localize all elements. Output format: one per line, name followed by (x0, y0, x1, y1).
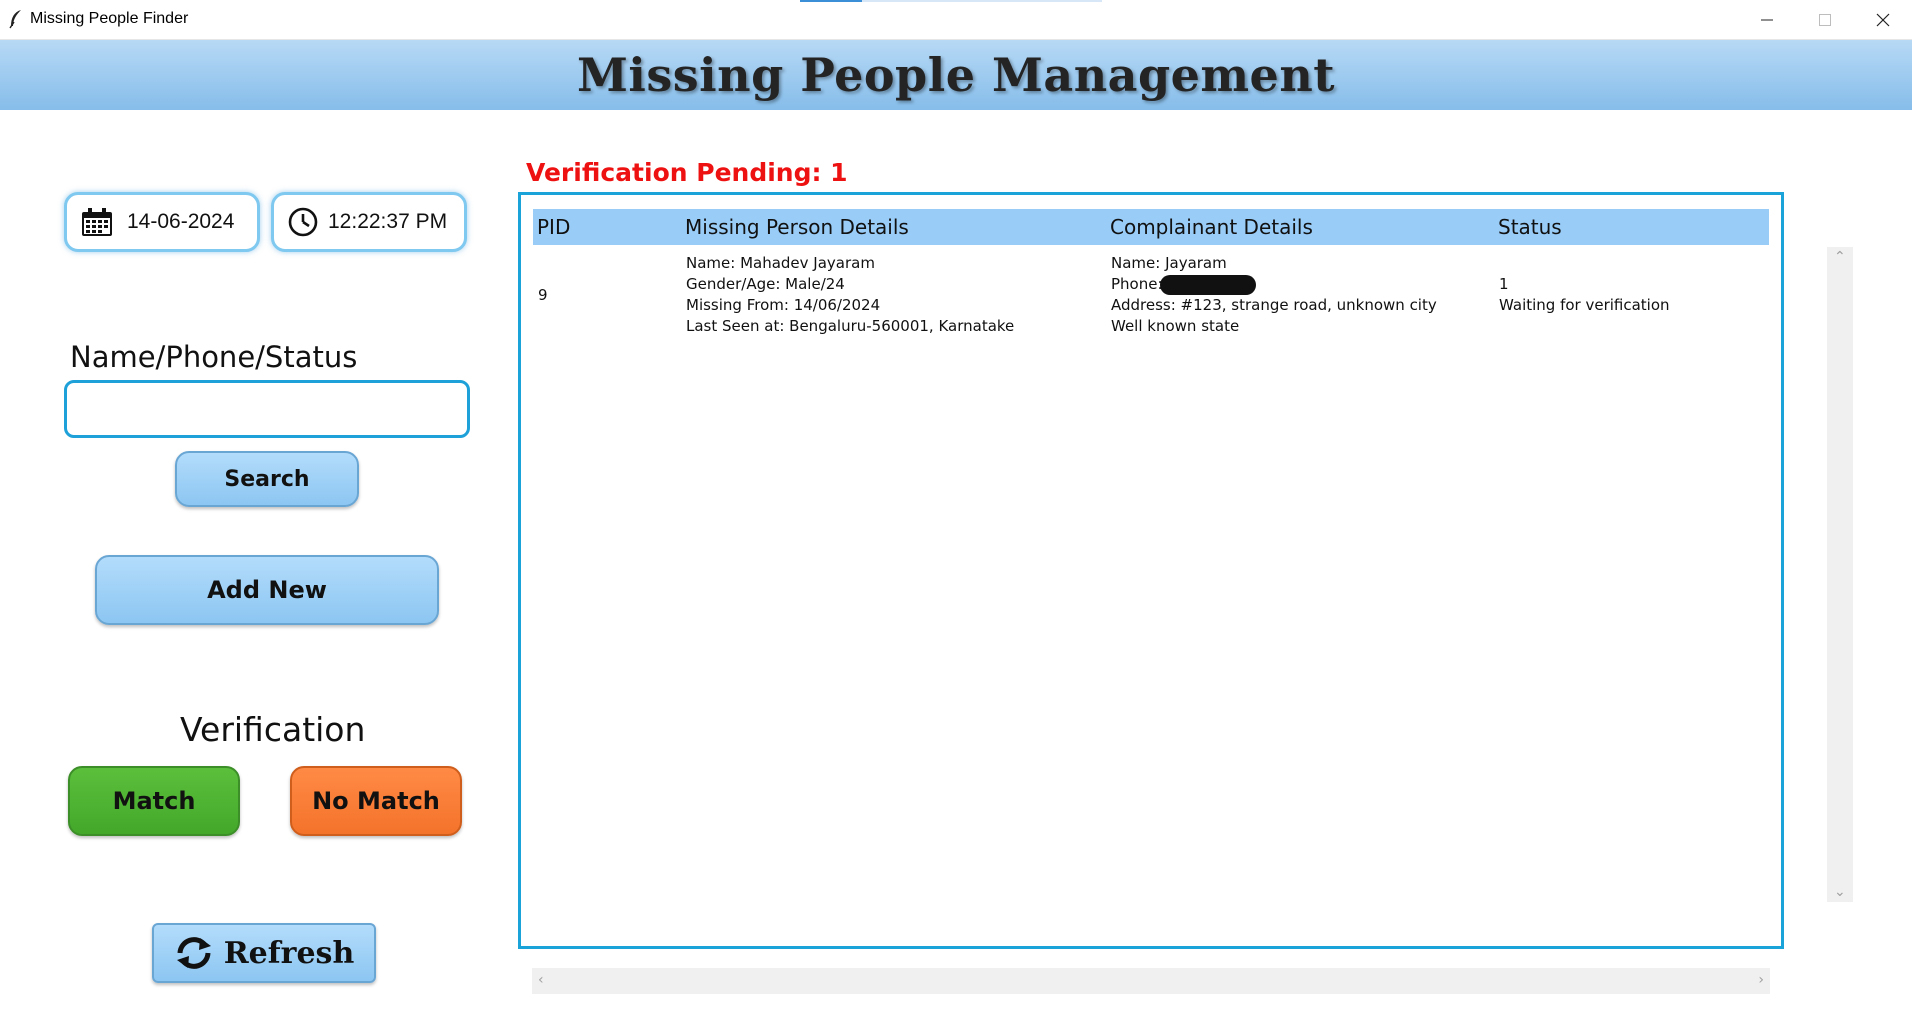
verification-pending-count: Verification Pending: 1 (526, 158, 848, 187)
column-header-missing-person[interactable]: Missing Person Details (685, 215, 909, 239)
missing-person-last-seen: Last Seen at: Bengaluru-560001, Karnatak… (686, 317, 1015, 335)
missing-person-name: Name: Mahadev Jayaram (686, 254, 875, 272)
add-new-button[interactable]: Add New (95, 555, 439, 625)
time-display: 12:22:37 PM (271, 192, 467, 252)
no-match-button[interactable]: No Match (290, 766, 462, 836)
time-text: 12:22:37 PM (328, 210, 448, 233)
refresh-icon (176, 937, 211, 969)
scroll-down-icon[interactable]: ⌄ (1834, 884, 1846, 900)
search-label: Name/Phone/Status (70, 340, 358, 374)
missing-person-gender-age: Gender/Age: Male/24 (686, 275, 845, 293)
redaction-mark (1159, 274, 1256, 295)
column-header-pid[interactable]: PID (537, 215, 570, 239)
header-banner: Missing People Management (0, 40, 1912, 110)
scroll-left-icon[interactable]: ‹ (538, 972, 544, 988)
complainant-name: Name: Jayaram (1111, 254, 1227, 272)
complainant-phone: Phone: (1111, 275, 1163, 293)
table-row[interactable]: 9 Name: Mahadev Jayaram Gender/Age: Male… (533, 253, 1769, 353)
status-text: Waiting for verification (1499, 296, 1670, 314)
calendar-icon (82, 208, 112, 236)
feather-icon (9, 10, 21, 29)
close-icon (1876, 13, 1890, 26)
match-button[interactable]: Match (68, 766, 240, 836)
refresh-label: Refresh (223, 935, 355, 971)
complainant-state: Well known state (1111, 317, 1240, 335)
maximize-icon (1819, 13, 1831, 26)
titlebar-accent (800, 0, 862, 2)
records-table: PID Missing Person Details Complainant D… (518, 192, 1784, 949)
window-title: Missing People Finder (30, 10, 189, 27)
cell-pid: 9 (538, 286, 548, 304)
clock-icon (288, 207, 318, 237)
scroll-right-icon[interactable]: › (1758, 972, 1764, 988)
status-code: 1 (1499, 275, 1509, 293)
page-title: Missing People Management (576, 48, 1336, 102)
date-text: 14-06-2024 (127, 210, 235, 233)
titlebar-accent-light (862, 0, 1102, 2)
missing-person-cell: Name: Mahadev Jayaram Gender/Age: Male/2… (686, 253, 1014, 337)
verification-title: Verification (180, 710, 366, 749)
vertical-scrollbar[interactable]: ⌃ ⌄ (1827, 247, 1853, 902)
column-header-status[interactable]: Status (1498, 215, 1562, 239)
window-titlebar: Missing People Finder (0, 0, 1912, 40)
minimize-button[interactable] (1738, 0, 1796, 39)
refresh-button[interactable]: Refresh (152, 923, 376, 983)
minimize-icon (1761, 19, 1773, 20)
maximize-button[interactable] (1796, 0, 1854, 39)
close-button[interactable] (1854, 0, 1912, 39)
horizontal-scrollbar[interactable]: ‹ › (532, 968, 1770, 994)
status-cell: 1 Waiting for verification (1499, 274, 1670, 316)
table-header: PID Missing Person Details Complainant D… (533, 209, 1769, 245)
search-input[interactable] (64, 380, 470, 438)
column-header-complainant[interactable]: Complainant Details (1110, 215, 1313, 239)
complainant-phone-line: Phone: (1111, 274, 1437, 295)
date-display: 14-06-2024 (64, 192, 260, 252)
missing-person-missing-from: Missing From: 14/06/2024 (686, 296, 881, 314)
search-button[interactable]: Search (175, 451, 359, 507)
complainant-cell: Name: Jayaram Phone: Address: #123, stra… (1111, 253, 1437, 337)
scroll-up-icon[interactable]: ⌃ (1834, 249, 1846, 265)
complainant-address: Address: #123, strange road, unknown cit… (1111, 296, 1437, 314)
